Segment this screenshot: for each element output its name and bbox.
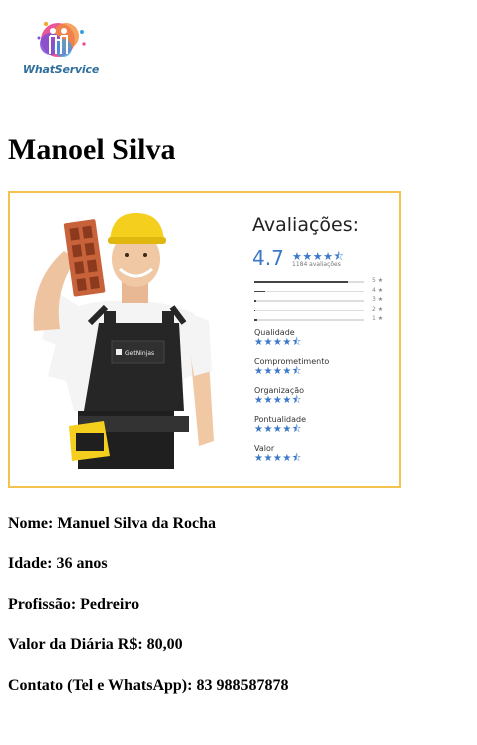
reviews-title: Avaliações: [252, 214, 360, 236]
distribution-row: 3 ★ [254, 296, 388, 306]
category-punctuality: Pontualidade ★★★★⯪ [254, 415, 394, 436]
star-rating-icon: ★★★★⯪ [254, 424, 302, 435]
profile-card: GetNinjas Avaliações: 4.7 ★★★★⯪ 1184 ava… [8, 191, 401, 488]
category-organization: Organização ★★★★⯪ [254, 386, 394, 407]
star-rating-icon: ★★★★⯪ [254, 395, 302, 406]
page-title: Manoel Silva [8, 133, 176, 166]
distribution-row: 5 ★ [254, 277, 388, 287]
category-quality: Qualidade ★★★★⯪ [254, 328, 394, 349]
worker-photo: GetNinjas [33, 213, 214, 469]
distribution-bar [254, 300, 257, 302]
distribution-row: 1 ★ [254, 315, 388, 325]
rating-distribution: 5 ★ 4 ★ 3 ★ 2 ★ 1 ★ [254, 277, 388, 325]
reviews-count: 1184 avaliações [292, 261, 341, 268]
detail-valor: Valor da Diária R$: 80,00 [8, 636, 183, 653]
rating-score: 4.7 [252, 246, 284, 270]
detail-idade: Idade: 36 anos [8, 555, 108, 572]
star-rating-icon: ★★★★⯪ [254, 337, 302, 348]
detail-nome: Nome: Manuel Silva da Rocha [8, 515, 216, 532]
star-rating-icon: ★★★★⯪ [254, 453, 302, 464]
brick [63, 219, 106, 297]
logo-wordmark: WhatService [22, 63, 100, 76]
logo-people-icon [37, 21, 86, 57]
detail-profissao: Profissão: Pedreiro [8, 596, 140, 613]
app-logo[interactable]: WhatService [22, 14, 100, 82]
distribution-bar [254, 290, 265, 292]
distribution-bar [254, 319, 258, 321]
distribution-row: 4 ★ [254, 287, 388, 297]
distribution-row: 2 ★ [254, 306, 388, 316]
distribution-bar [254, 281, 348, 283]
overall-badge: GetNinjas [125, 350, 154, 357]
distribution-bar [254, 309, 256, 311]
category-commitment: Comprometimento ★★★★⯪ [254, 357, 394, 378]
star-rating-icon: ★★★★⯪ [254, 366, 302, 377]
detail-contato: Contato (Tel e WhatsApp): 83 988587878 [8, 677, 289, 694]
category-value: Valor ★★★★⯪ [254, 444, 394, 465]
